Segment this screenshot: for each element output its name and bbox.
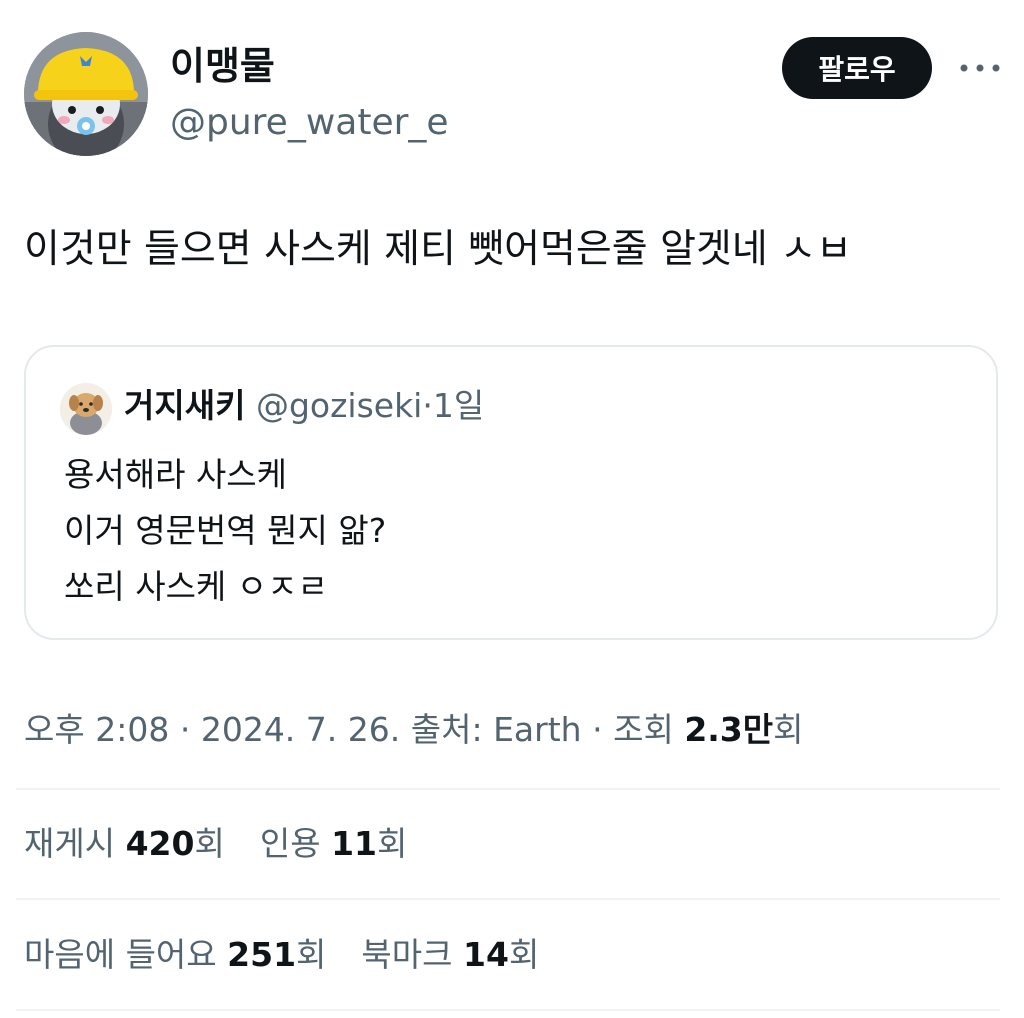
bookmarks-label: 북마크: [361, 935, 453, 974]
quote-timestamp[interactable]: 1일: [433, 386, 484, 425]
likes-label: 마음에 들어요: [24, 935, 217, 974]
reposts-suffix: 회: [194, 824, 225, 863]
divider: [16, 898, 1000, 900]
more-dots-icon: [960, 64, 1000, 72]
bookmarks-stat[interactable]: 북마크 14회: [361, 935, 539, 974]
author-handle[interactable]: @pure_water_e: [170, 98, 449, 148]
quoted-tweet-card[interactable]: 거지새키 @goziseki·1일 용서해라 사스케 이거 영문번역 뭔지 앎?…: [24, 345, 998, 640]
views-count[interactable]: 2.3만: [684, 710, 773, 749]
author-avatar[interactable]: [24, 32, 148, 156]
tweet-source: 출처: Earth: [410, 710, 582, 749]
views-label: 조회: [613, 710, 674, 749]
penguin-hardhat-icon: [24, 32, 148, 156]
meta-separator: ·: [592, 710, 603, 749]
quotes-suffix: 회: [377, 824, 408, 863]
quote-body: 용서해라 사스케 이거 영문번역 뭔지 앎? 쏘리 사스케 ㅇㅈㄹ: [64, 447, 386, 615]
quote-header: 거지새키 @goziseki·1일: [124, 381, 484, 431]
reposts-label: 재게시: [24, 824, 116, 863]
likes-suffix: 회: [296, 935, 327, 974]
tweet-text: 이것만 들으면 사스케 제티 뺏어먹은줄 알겟네 ㅅㅂ: [24, 227, 852, 272]
likes-count: 251: [227, 935, 297, 974]
stats-row-likes: 마음에 들어요 251회 북마크 14회: [24, 927, 539, 983]
reposts-count: 420: [125, 824, 195, 863]
author-display-name[interactable]: 이맹물: [170, 38, 275, 94]
quote-line: 쏘리 사스케 ㅇㅈㄹ: [64, 567, 328, 606]
likes-stat[interactable]: 마음에 들어요 251회: [24, 935, 326, 974]
stats-row-reposts: 재게시 420회 인용 11회: [24, 816, 407, 872]
dog-avatar-icon: [60, 383, 112, 435]
more-options-button[interactable]: [952, 48, 1008, 88]
quotes-stat[interactable]: 인용 11회: [260, 824, 408, 863]
quotes-count: 11: [331, 824, 378, 863]
bookmarks-suffix: 회: [508, 935, 540, 974]
tweet-date[interactable]: 2024. 7. 26.: [201, 710, 400, 749]
views-suffix: 회: [773, 710, 804, 749]
quotes-label: 인용: [259, 824, 321, 863]
divider: [16, 788, 1000, 790]
quote-author-name[interactable]: 거지새키: [124, 386, 245, 425]
bookmarks-count: 14: [463, 935, 509, 974]
meta-separator: ·: [179, 710, 191, 749]
divider: [16, 1009, 1000, 1011]
reposts-stat[interactable]: 재게시 420회: [24, 824, 225, 863]
tweet-time[interactable]: 오후 2:08: [24, 710, 169, 749]
quote-line: 이거 영문번역 뭔지 앎?: [64, 511, 387, 550]
quote-separator: ·: [422, 386, 433, 425]
tweet-meta: 오후 2:08 · 2024. 7. 26. 출처: Earth · 조회 2.…: [24, 702, 804, 758]
quote-line: 용서해라 사스케: [64, 455, 288, 494]
follow-button[interactable]: 팔로우: [782, 37, 932, 99]
quote-author-avatar[interactable]: [60, 383, 112, 435]
quote-author-handle[interactable]: @goziseki: [256, 386, 422, 425]
